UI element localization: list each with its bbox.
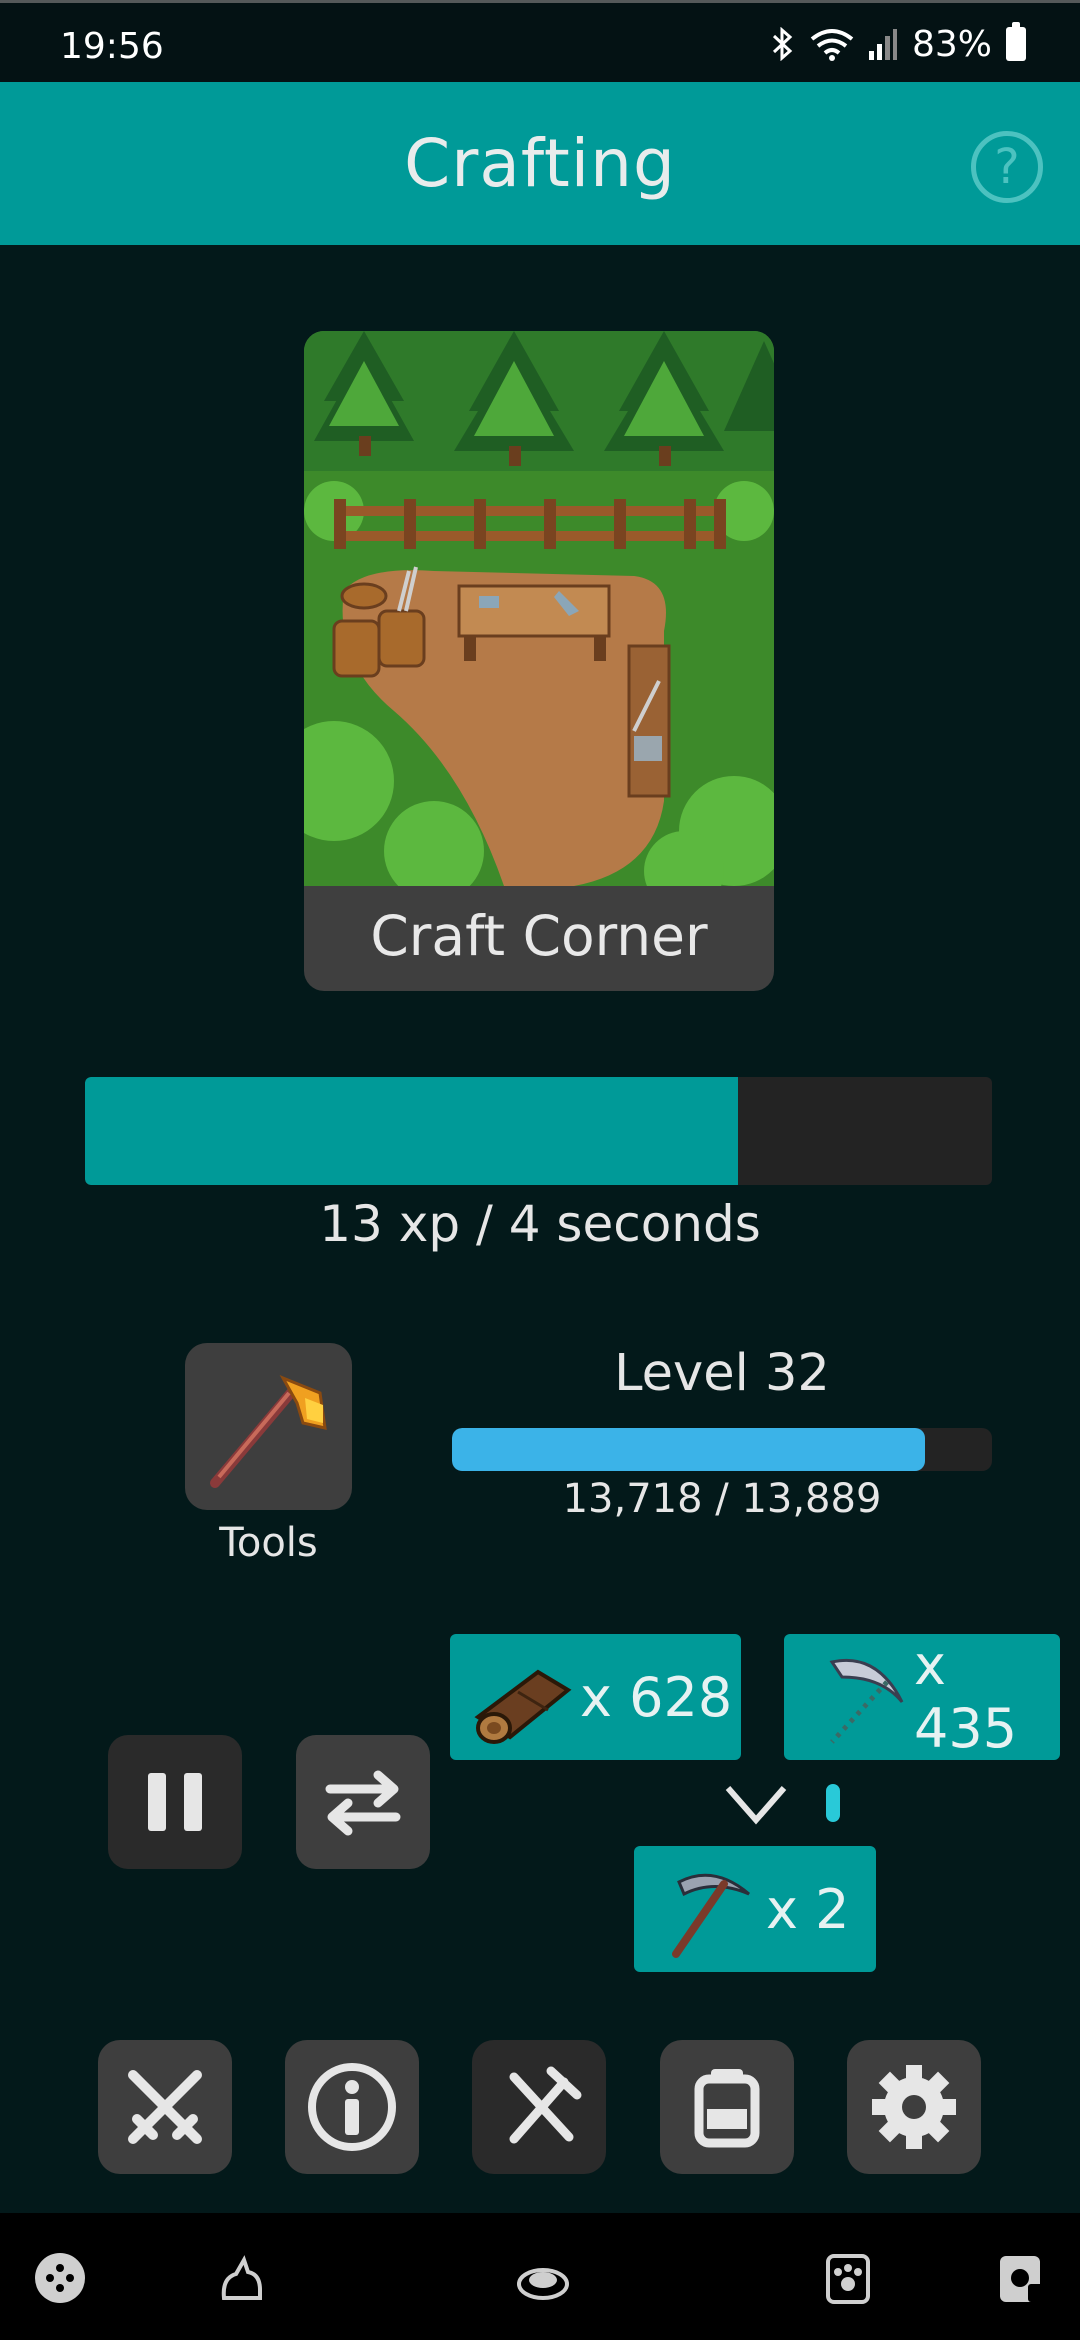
ingredient-scythe[interactable]: x 435 [784, 1634, 1060, 1760]
craft-corner-scene-image [304, 331, 774, 886]
action-progress-bar [85, 1077, 992, 1185]
nav-info-button[interactable] [285, 2040, 419, 2174]
tools-button[interactable] [185, 1343, 352, 1510]
combat-swords-icon [128, 2070, 202, 2144]
nav-crafting-button[interactable] [472, 2040, 606, 2174]
log-icon [474, 1669, 572, 1744]
product-pickaxe[interactable]: x 2 [634, 1846, 876, 1972]
level-xp-text: 13,718 / 13,889 [562, 1476, 882, 1522]
ingredient-log-qty: x 628 [580, 1665, 733, 1729]
ingredient-scythe-qty: x 435 [914, 1634, 1018, 1760]
nav-inventory-button[interactable] [660, 2040, 794, 2174]
nav-settings-button[interactable] [847, 2040, 981, 2174]
product-pickaxe-qty: x 2 [766, 1877, 850, 1941]
gear-icon [872, 2065, 956, 2149]
chevron-down-icon [725, 1786, 787, 1825]
game-controller-icon[interactable] [32, 2250, 88, 2306]
scythe-icon [829, 1658, 904, 1744]
cat-bed-icon[interactable] [515, 2250, 571, 2306]
scroll-indicator [826, 1784, 840, 1822]
info-icon [308, 2063, 396, 2151]
level-progress-bar [452, 1428, 992, 1471]
paw-icon[interactable] [820, 2250, 876, 2306]
level-progress-fill [452, 1428, 926, 1471]
battery-icon [1006, 22, 1026, 61]
pause-button[interactable] [108, 1735, 242, 1869]
wifi-icon [810, 29, 854, 61]
location-card[interactable]: Craft Corner [304, 331, 774, 991]
battery-percent: 83% [911, 23, 992, 65]
page-title: Crafting [404, 125, 676, 202]
cat-icon[interactable] [214, 2250, 270, 2306]
nav-combat-button[interactable] [98, 2040, 232, 2174]
axe-icon [210, 1375, 327, 1488]
swap-button[interactable] [296, 1735, 430, 1869]
status-time: 19:56 [60, 26, 164, 67]
tools-label: Tools [219, 1520, 318, 1566]
action-progress-fill [85, 1077, 739, 1185]
pickaxe-icon [672, 1873, 750, 1958]
location-name: Craft Corner [370, 904, 708, 968]
xp-rate-text: 13 xp / 4 seconds [319, 1195, 761, 1253]
bluetooth-icon [772, 27, 793, 61]
signal-icon [868, 29, 897, 60]
level-label: Level 32 [614, 1344, 830, 1403]
pet-card-icon[interactable] [994, 2250, 1050, 2306]
help-button[interactable]: ? [971, 131, 1043, 203]
swap-icon [325, 1770, 401, 1836]
backpack-icon [694, 2069, 760, 2148]
pause-icon [148, 1773, 202, 1831]
crafting-hammer-icon [509, 2066, 582, 2144]
status-icons: 83% [770, 22, 1026, 65]
app-header: Crafting [0, 82, 1080, 245]
ingredient-log[interactable]: x 628 [450, 1634, 741, 1760]
